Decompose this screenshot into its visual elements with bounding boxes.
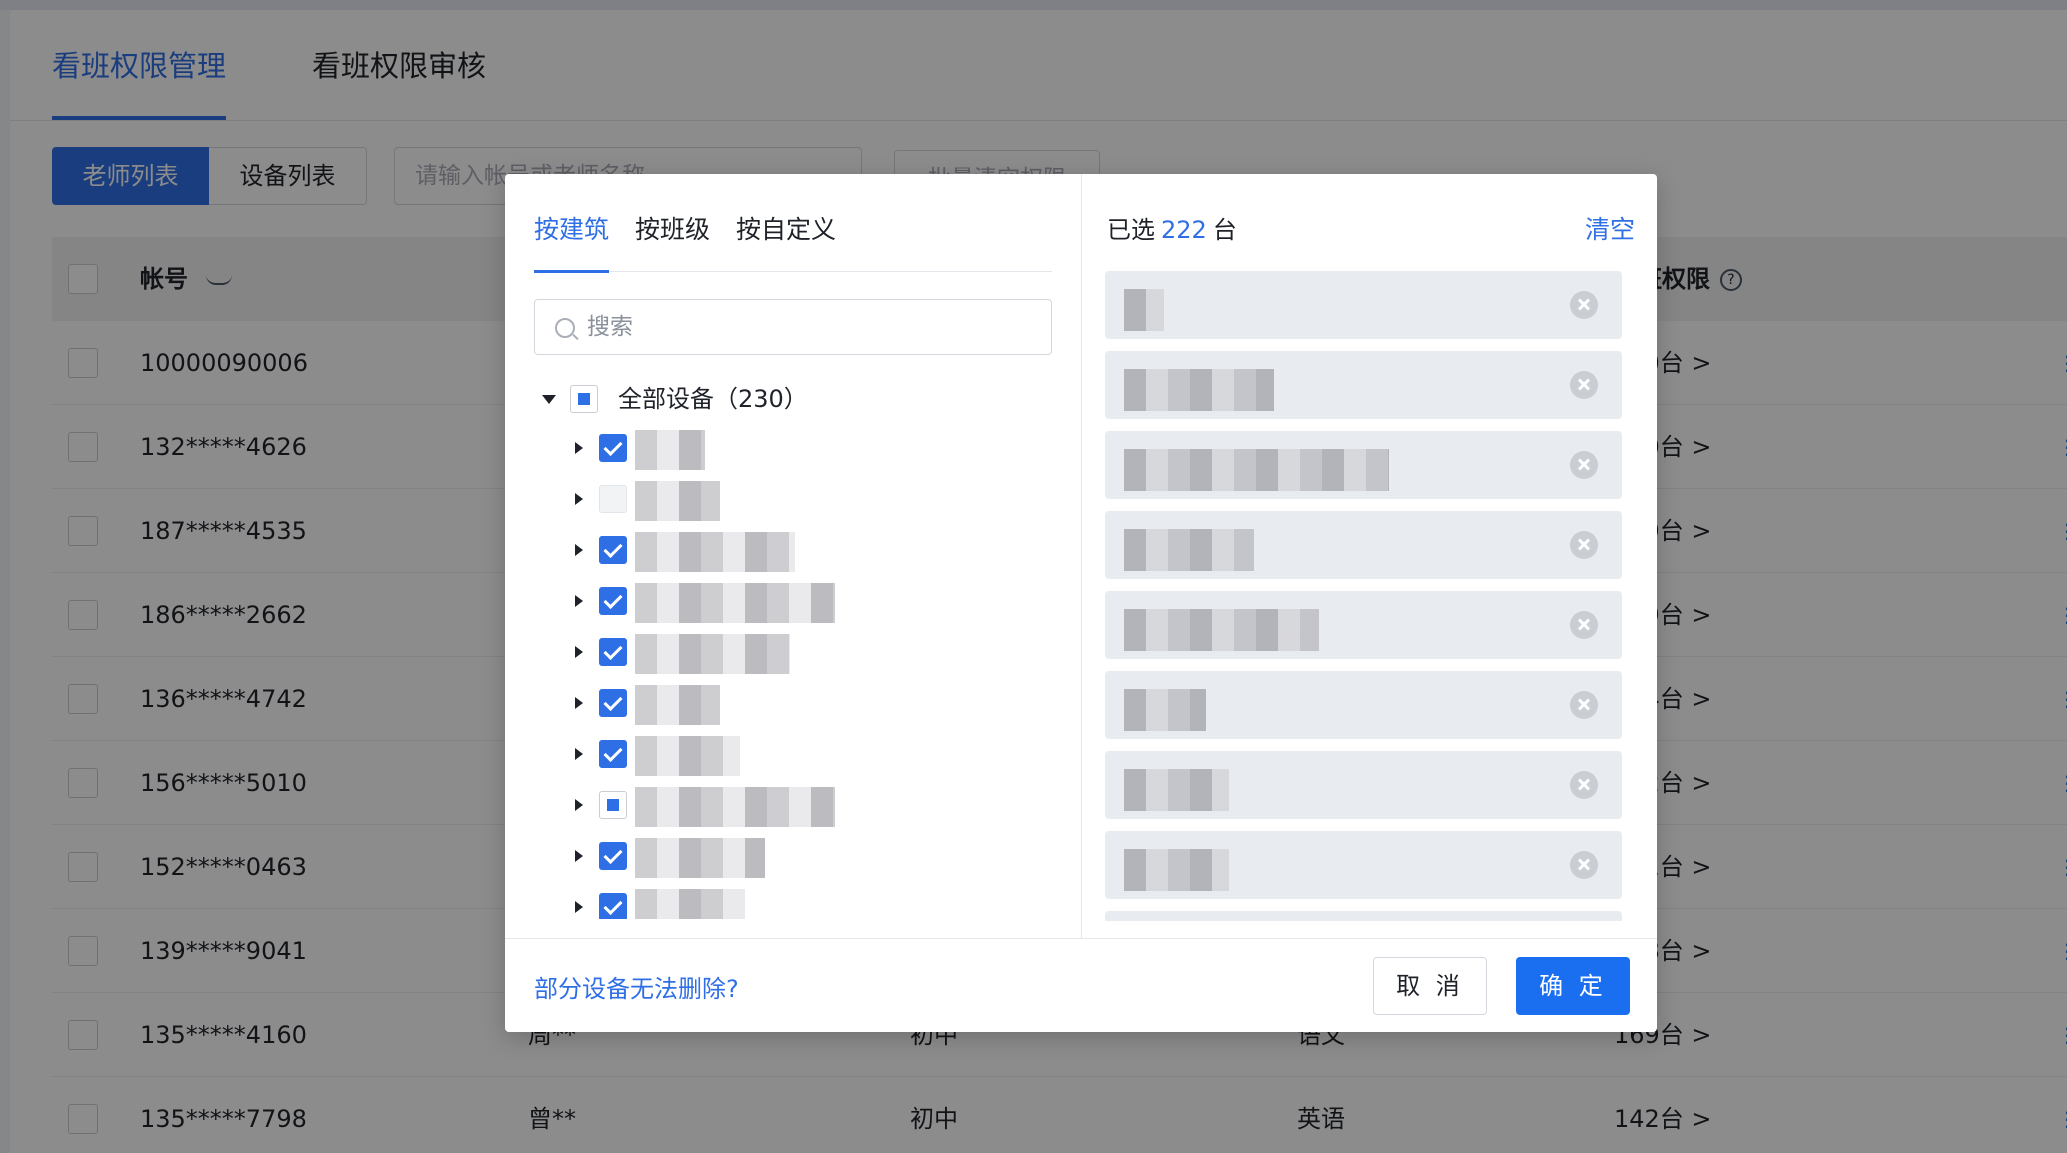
selected-item xyxy=(1105,751,1622,819)
node-checkbox[interactable] xyxy=(599,740,627,768)
tree-node[interactable] xyxy=(505,526,1081,576)
selected-unit: 台 xyxy=(1212,216,1237,244)
redacted-label xyxy=(635,736,740,776)
tree-node[interactable] xyxy=(505,475,1081,525)
redacted-label xyxy=(635,787,835,827)
selected-count: 222 xyxy=(1161,216,1207,244)
tab-by-custom[interactable]: 按自定义 xyxy=(736,210,836,272)
tree-node[interactable] xyxy=(505,577,1081,627)
node-checkbox[interactable] xyxy=(599,587,627,615)
selected-item xyxy=(1105,351,1622,419)
redacted-label xyxy=(1124,769,1229,811)
remove-icon[interactable] xyxy=(1570,371,1598,399)
selected-item xyxy=(1105,431,1622,499)
node-checkbox[interactable] xyxy=(599,485,627,513)
redacted-label xyxy=(635,685,720,725)
redacted-label xyxy=(1124,449,1389,491)
footer-divider xyxy=(505,938,1657,939)
node-checkbox[interactable] xyxy=(599,689,627,717)
root-label: 全部设备（230） xyxy=(618,385,808,413)
caret-right-icon[interactable] xyxy=(575,442,583,454)
selected-list xyxy=(1105,271,1622,921)
tree-node[interactable] xyxy=(505,424,1081,474)
selected-item xyxy=(1105,591,1622,659)
node-checkbox[interactable] xyxy=(599,434,627,462)
caret-right-icon[interactable] xyxy=(575,748,583,760)
modal-tabs: 按建筑 按班级 按自定义 xyxy=(534,210,1052,273)
cannot-delete-help-link[interactable]: 部分设备无法删除? xyxy=(534,969,739,1009)
remove-icon[interactable] xyxy=(1570,771,1598,799)
node-checkbox[interactable] xyxy=(599,791,627,819)
caret-right-icon[interactable] xyxy=(575,850,583,862)
remove-icon[interactable] xyxy=(1570,611,1598,639)
tree-node[interactable] xyxy=(505,832,1081,882)
caret-right-icon[interactable] xyxy=(575,697,583,709)
redacted-label xyxy=(635,889,745,919)
redacted-label xyxy=(635,532,795,572)
redacted-label xyxy=(1124,609,1319,651)
confirm-button[interactable]: 确 定 xyxy=(1516,957,1630,1015)
tree-node[interactable] xyxy=(505,730,1081,780)
cancel-button[interactable]: 取 消 xyxy=(1373,957,1487,1015)
redacted-label xyxy=(635,481,720,521)
clear-all-link[interactable]: 清空 xyxy=(1585,210,1635,250)
redacted-label xyxy=(1124,849,1229,891)
tree-node[interactable] xyxy=(505,679,1081,729)
selected-count-header: 已选 222 台 xyxy=(1107,210,1237,250)
tree-node[interactable] xyxy=(505,883,1081,919)
node-checkbox[interactable] xyxy=(599,893,627,919)
device-tree-panel: 按建筑 按班级 按自定义 搜索 全部设备（230） xyxy=(505,174,1081,938)
redacted-label xyxy=(635,430,705,470)
search-placeholder: 搜索 xyxy=(587,314,633,340)
redacted-label xyxy=(1124,289,1164,331)
selected-item xyxy=(1105,671,1622,739)
device-search-input[interactable]: 搜索 xyxy=(534,299,1052,355)
redacted-label xyxy=(635,634,790,674)
remove-icon[interactable] xyxy=(1570,691,1598,719)
node-checkbox[interactable] xyxy=(599,842,627,870)
redacted-label xyxy=(635,838,765,878)
caret-right-icon[interactable] xyxy=(575,901,583,913)
remove-icon[interactable] xyxy=(1570,531,1598,559)
selected-prefix: 已选 xyxy=(1107,216,1155,244)
caret-right-icon[interactable] xyxy=(575,544,583,556)
caret-down-icon[interactable] xyxy=(542,395,556,404)
tree-node[interactable] xyxy=(505,628,1081,678)
caret-right-icon[interactable] xyxy=(575,799,583,811)
node-checkbox[interactable] xyxy=(599,536,627,564)
selected-item xyxy=(1105,831,1622,899)
device-select-modal: 按建筑 按班级 按自定义 搜索 全部设备（230） 已选 222 台 清空 部分设备… xyxy=(505,174,1657,1032)
redacted-label xyxy=(1124,689,1206,731)
tree-node[interactable] xyxy=(505,781,1081,831)
search-icon xyxy=(555,318,575,338)
redacted-label xyxy=(635,583,835,623)
root-checkbox[interactable] xyxy=(570,385,598,413)
remove-icon[interactable] xyxy=(1570,451,1598,479)
redacted-label xyxy=(1124,369,1274,411)
caret-right-icon[interactable] xyxy=(575,646,583,658)
caret-right-icon[interactable] xyxy=(575,595,583,607)
redacted-label xyxy=(1124,529,1254,571)
device-tree: 全部设备（230） xyxy=(505,374,1081,919)
selected-item xyxy=(1105,911,1622,921)
tab-by-class[interactable]: 按班级 xyxy=(635,210,710,272)
remove-icon[interactable] xyxy=(1570,291,1598,319)
tab-by-building[interactable]: 按建筑 xyxy=(534,210,610,273)
selected-item xyxy=(1105,511,1622,579)
remove-icon[interactable] xyxy=(1570,851,1598,879)
node-checkbox[interactable] xyxy=(599,638,627,666)
caret-right-icon[interactable] xyxy=(575,493,583,505)
selected-panel: 已选 222 台 清空 xyxy=(1082,174,1657,938)
selected-item xyxy=(1105,271,1622,339)
